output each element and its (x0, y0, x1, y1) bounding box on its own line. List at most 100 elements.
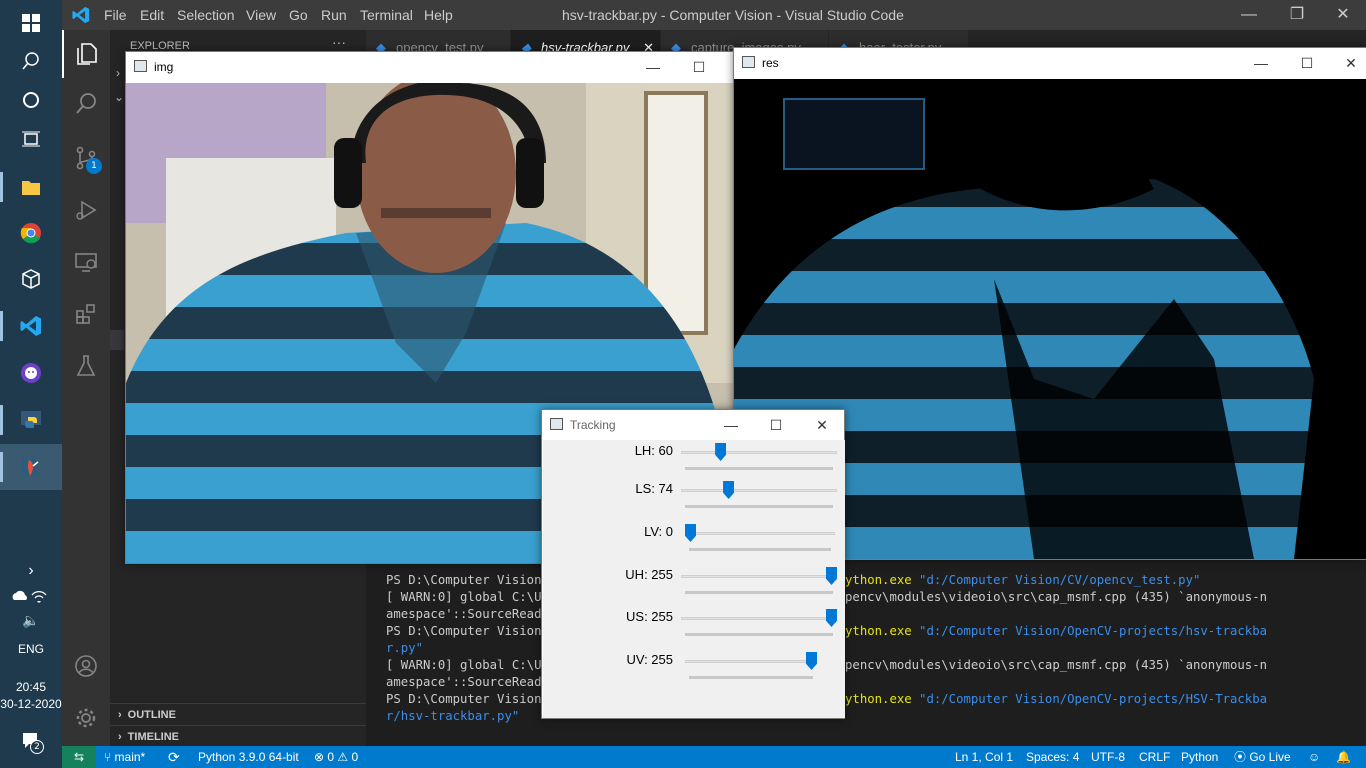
trackbar-thumb[interactable] (685, 524, 696, 542)
menu-selection[interactable]: Selection (177, 0, 235, 30)
branch-label: main* (114, 750, 146, 764)
task-view-button[interactable] (0, 116, 62, 162)
account-icon (75, 655, 97, 677)
cortana-icon (23, 92, 39, 108)
minimize-button[interactable]: — (1238, 48, 1284, 78)
clock-date[interactable]: 30-12-2020 (0, 697, 62, 711)
maximize-button[interactable]: ☐ (1284, 48, 1330, 78)
python-interpreter[interactable]: Python 3.9.0 64-bit (198, 746, 299, 768)
go-live-button[interactable]: ⦿ Go Live (1234, 746, 1291, 768)
trackbar-label: LH: 60 (634, 443, 673, 458)
minimize-button[interactable]: — (630, 52, 676, 82)
menu-edit[interactable]: Edit (140, 0, 164, 30)
indentation[interactable]: Spaces: 4 (1026, 746, 1079, 768)
terminal-line: r.py" (386, 640, 1366, 657)
testing-activity[interactable] (62, 342, 110, 390)
chevron-down-icon[interactable]: ⌄ (114, 90, 124, 104)
close-button[interactable]: ✕ (1328, 48, 1366, 78)
encoding[interactable]: UTF-8 (1091, 746, 1125, 768)
remote-explorer-activity[interactable] (62, 238, 110, 286)
menu-run[interactable]: Run (321, 0, 347, 30)
clock-time[interactable]: 20:45 (0, 680, 62, 694)
window-app-icon (742, 56, 755, 68)
branch-status[interactable]: ⑂ main* (104, 746, 145, 768)
trackbar-track[interactable] (681, 451, 837, 454)
trackbar-thumb[interactable] (826, 609, 837, 627)
close-button[interactable]: ✕ (799, 410, 845, 440)
volume-icon[interactable]: 🔈 (0, 612, 62, 629)
trackbar-tick-scale (689, 548, 831, 551)
taskbar-opencv-app[interactable] (0, 444, 62, 490)
tracking-window-titlebar[interactable]: Tracking — ☐ ✕ (542, 410, 844, 440)
language-indicator[interactable]: ENG (0, 642, 62, 656)
trackbar-row: US: 255 (543, 609, 845, 649)
terminal-prompt: PS D:\Computer Vision> (386, 624, 549, 638)
explorer-activity[interactable] (62, 30, 110, 78)
trackbar-label: UV: 255 (626, 652, 674, 667)
extensions-activity[interactable] (62, 290, 110, 338)
accounts-activity[interactable] (62, 642, 110, 690)
language-mode[interactable]: Python (1181, 746, 1218, 768)
trackbar-thumb[interactable] (723, 481, 735, 499)
trackbar-label: LS: 74 (635, 481, 673, 496)
terminal-line: PS D:\Computer Vision> thon/Python39/pyt… (386, 691, 1366, 708)
menu-file[interactable]: File (104, 0, 127, 30)
feedback-icon[interactable]: ☺ (1308, 746, 1320, 768)
menu-view[interactable]: View (246, 0, 276, 30)
github-icon (21, 363, 41, 383)
broadcast-icon: ⦿ (1234, 750, 1250, 764)
chevron-right-icon[interactable]: › (116, 66, 120, 80)
terminal-output: PS D:\Computer Vision> thon/Python39/pyt… (386, 572, 1366, 725)
remote-indicator-icon[interactable]: ⇆ (62, 746, 96, 768)
trackbar-track[interactable] (681, 575, 837, 578)
line-ending[interactable]: CRLF (1139, 746, 1170, 768)
taskbar-file-explorer[interactable] (0, 164, 62, 210)
terminal-panel[interactable]: PS D:\Computer Vision> thon/Python39/pyt… (366, 566, 1366, 746)
trackbar-thumb[interactable] (826, 567, 837, 585)
menu-terminal[interactable]: Terminal (360, 0, 413, 30)
problems-status[interactable]: ⊗ 0 ⚠ 0 (314, 746, 358, 768)
taskbar-python[interactable] (0, 397, 62, 443)
minimize-button[interactable]: — (1226, 0, 1272, 30)
terminal-prompt: [ WARN:0] global C:\Us (386, 590, 549, 604)
minimize-button[interactable]: — (708, 410, 754, 440)
trackbar-track[interactable] (685, 660, 817, 663)
trackbar-thumb[interactable] (806, 652, 817, 670)
tray-icons[interactable] (0, 588, 62, 607)
res-window-titlebar[interactable]: res — ☐ ✕ (734, 48, 1366, 78)
trackbar-thumb[interactable] (715, 443, 727, 461)
cursor-position[interactable]: Ln 1, Col 1 (955, 746, 1013, 768)
maximize-button[interactable]: ☐ (753, 410, 799, 440)
bell-icon[interactable]: 🔔 (1336, 746, 1351, 768)
chevron-right-icon: › (118, 731, 122, 743)
timeline-section[interactable]: › TIMELINE (110, 725, 366, 747)
tracking-window[interactable]: Tracking — ☐ ✕ LH: 60 LS: 74 LV: 0 UH: 255 U… (541, 409, 845, 719)
taskbar-3d-viewer[interactable] (0, 256, 62, 302)
menu-help[interactable]: Help (424, 0, 453, 30)
trackbar-row: LS: 74 (543, 481, 845, 521)
taskbar-github-desktop[interactable] (0, 350, 62, 396)
menu-go[interactable]: Go (289, 0, 308, 30)
taskbar-chrome[interactable] (0, 210, 62, 256)
more-actions-icon[interactable]: ··· (332, 34, 346, 50)
source-control-activity[interactable]: 1 (62, 134, 110, 182)
outline-section[interactable]: › OUTLINE (110, 703, 366, 725)
trackbar-track[interactable] (681, 617, 837, 620)
folder-icon (22, 181, 40, 195)
trackbar-track[interactable] (681, 489, 837, 492)
maximize-button[interactable]: ☐ (676, 52, 722, 82)
action-center-button[interactable]: 2 (0, 718, 62, 764)
show-hidden-icons-chevron-icon[interactable]: › (0, 562, 62, 580)
search-activity[interactable] (62, 80, 110, 128)
manage-activity[interactable] (62, 694, 110, 742)
terminal-argument: "d:/Computer Vision/CV/opencv_test.py" (911, 573, 1201, 587)
close-button[interactable]: ✕ (1320, 0, 1366, 30)
run-debug-activity[interactable] (62, 186, 110, 234)
taskbar-vscode[interactable] (0, 303, 62, 349)
terminal-line: amespace'::SourceReade back (386, 674, 1366, 691)
restore-button[interactable]: ❐ (1274, 0, 1320, 30)
terminal-argument: "d:/Computer Vision/OpenCV-projects/hsv-… (911, 624, 1268, 638)
img-window-titlebar[interactable]: img — ☐ (126, 52, 734, 82)
trackbar-track[interactable] (685, 532, 835, 535)
sync-icon[interactable]: ⟳ (168, 746, 180, 768)
